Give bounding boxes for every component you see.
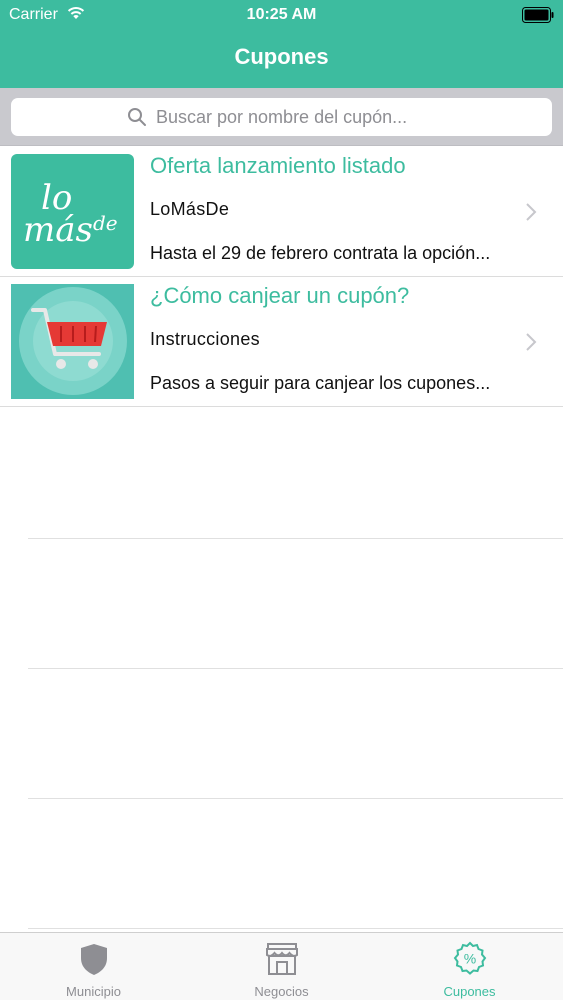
tab-municipio[interactable]: Municipio: [0, 933, 187, 1000]
tab-negocios[interactable]: Negocios: [188, 933, 375, 1000]
navigation-header: Carrier 10:25 AM Cupones: [0, 0, 563, 88]
search-icon: [128, 108, 146, 126]
coupon-subtitle: LoMásDe: [150, 199, 230, 219]
lomasde-logo-icon: lo más de: [11, 154, 134, 269]
percent-badge-icon: %: [453, 941, 487, 975]
empty-row-separator: [28, 538, 563, 539]
search-field[interactable]: [11, 98, 552, 136]
chevron-right-icon: [526, 333, 537, 351]
shopping-cart-icon: [11, 284, 134, 399]
tab-label: Municipio: [66, 984, 121, 999]
search-bar: [0, 88, 563, 146]
empty-row-separator: [28, 668, 563, 669]
shield-icon: [81, 944, 107, 975]
battery-icon: [522, 7, 554, 23]
coupon-thumbnail-lomasde: lo más de: [11, 154, 134, 269]
svg-text:más: más: [23, 210, 93, 250]
status-bar: Carrier 10:25 AM: [0, 0, 563, 30]
tab-label: Negocios: [254, 984, 309, 999]
status-time: 10:25 AM: [246, 6, 317, 23]
coupon-subtitle: Instrucciones: [150, 329, 260, 349]
tab-label: Cupones: [443, 984, 496, 999]
svg-text:de: de: [93, 211, 118, 235]
coupon-title: ¿Cómo canjear un cupón?: [150, 283, 410, 308]
chevron-right-icon: [526, 203, 537, 221]
empty-row-separator: [28, 798, 563, 799]
search-input[interactable]: [156, 106, 436, 128]
store-icon: [266, 943, 298, 975]
coupon-list: lo más de Oferta lanzamiento listado LoM…: [0, 147, 563, 407]
tab-cupones[interactable]: % Cupones: [376, 933, 563, 1000]
svg-text:%: %: [464, 951, 476, 967]
coupon-description: Pasos a seguir para canjear los cupones.…: [150, 373, 491, 393]
coupon-row[interactable]: ¿Cómo canjear un cupón? Instrucciones Pa…: [0, 277, 563, 407]
page-title: Cupones: [234, 44, 329, 69]
coupon-row[interactable]: lo más de Oferta lanzamiento listado LoM…: [0, 147, 563, 277]
empty-row-separator: [28, 928, 563, 929]
coupon-thumbnail-cart: [11, 284, 134, 399]
coupon-description: Hasta el 29 de febrero contrata la opció…: [150, 243, 491, 263]
coupon-title: Oferta lanzamiento listado: [150, 153, 406, 178]
tab-bar: Municipio Negocios % Cupones: [0, 932, 563, 1000]
